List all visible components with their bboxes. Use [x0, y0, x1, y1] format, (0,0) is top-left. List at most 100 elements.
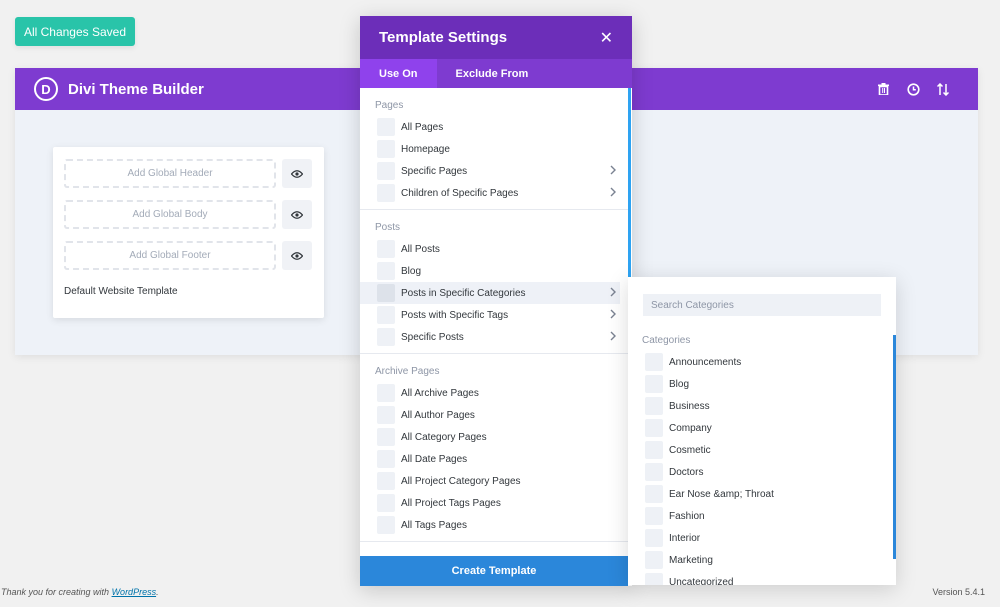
checkbox[interactable] [645, 463, 663, 481]
section-posts: Posts All Posts Blog Posts in Specific Cate… [360, 210, 628, 354]
option-specific-posts[interactable]: Specific Posts [360, 326, 628, 348]
checkbox[interactable] [377, 140, 395, 158]
chevron-right-icon[interactable] [610, 187, 616, 200]
checkbox[interactable] [377, 162, 395, 180]
search-categories-input[interactable] [643, 294, 881, 316]
trash-icon[interactable] [874, 79, 892, 99]
close-icon[interactable]: ✕ [600, 28, 613, 48]
checkbox[interactable] [645, 485, 663, 503]
option-all-pages[interactable]: All Pages [360, 116, 628, 138]
checkbox[interactable] [645, 529, 663, 547]
add-global-header-slot[interactable]: Add Global Header [64, 159, 276, 188]
category-item[interactable]: Blog [628, 373, 893, 395]
checkbox[interactable] [377, 262, 395, 280]
tab-exclude-from[interactable]: Exclude From [437, 59, 548, 88]
category-label: Fashion [669, 510, 705, 522]
eye-icon[interactable] [282, 241, 312, 270]
sort-icon[interactable] [934, 79, 952, 99]
checkbox[interactable] [377, 240, 395, 258]
history-icon[interactable] [904, 79, 922, 99]
option-label: All Project Tags Pages [401, 497, 501, 509]
option-label: All Category Pages [401, 431, 487, 443]
option-posts-in-specific-categories[interactable]: Posts in Specific Categories [360, 282, 620, 304]
option-all-project-tags-pages[interactable]: All Project Tags Pages [360, 492, 628, 514]
checkbox[interactable] [645, 507, 663, 525]
checkbox[interactable] [645, 353, 663, 371]
category-item[interactable]: Announcements [628, 351, 893, 373]
modal-body: Pages All Pages Homepage Specific Pages Chil… [360, 88, 628, 556]
option-all-date-pages[interactable]: All Date Pages [360, 448, 628, 470]
category-label: Announcements [669, 356, 742, 368]
add-global-body-slot[interactable]: Add Global Body [64, 200, 276, 229]
checkbox[interactable] [645, 551, 663, 569]
option-all-posts[interactable]: All Posts [360, 238, 628, 260]
checkbox[interactable] [377, 306, 395, 324]
checkbox[interactable] [377, 328, 395, 346]
add-global-footer-slot[interactable]: Add Global Footer [64, 241, 276, 270]
option-all-author-pages[interactable]: All Author Pages [360, 404, 628, 426]
chevron-right-icon[interactable] [610, 331, 616, 344]
option-posts-with-specific-tags[interactable]: Posts with Specific Tags [360, 304, 628, 326]
eye-icon[interactable] [282, 159, 312, 188]
checkbox[interactable] [645, 441, 663, 459]
option-label: Posts in Specific Categories [401, 287, 526, 299]
checkbox[interactable] [377, 516, 395, 534]
category-item[interactable]: Cosmetic [628, 439, 893, 461]
checkbox[interactable] [645, 397, 663, 415]
create-template-button[interactable]: Create Template [360, 556, 628, 586]
section-title: Pages [375, 100, 404, 111]
option-all-category-pages[interactable]: All Category Pages [360, 426, 628, 448]
save-status-button[interactable]: All Changes Saved [15, 17, 135, 46]
checkbox[interactable] [377, 472, 395, 490]
checkbox[interactable] [377, 184, 395, 202]
categories-title: Categories [642, 335, 691, 346]
categories-scrollbar[interactable] [893, 335, 896, 559]
option-label: All Posts [401, 243, 440, 255]
chevron-right-icon[interactable] [610, 165, 616, 178]
option-children-of-specific-pages[interactable]: Children of Specific Pages [360, 182, 628, 204]
checkbox[interactable] [645, 375, 663, 393]
category-item[interactable]: Uncategorized [628, 571, 893, 585]
eye-icon[interactable] [282, 200, 312, 229]
category-item[interactable]: Fashion [628, 505, 893, 527]
category-label: Business [669, 400, 710, 412]
categories-list: Announcements Blog Business Company Cosmetic… [628, 351, 893, 585]
checkbox[interactable] [377, 494, 395, 512]
option-label: Specific Pages [401, 165, 468, 177]
checkbox[interactable] [645, 419, 663, 437]
checkbox[interactable] [377, 284, 395, 302]
category-label: Marketing [669, 554, 713, 566]
chevron-right-icon[interactable] [610, 309, 616, 322]
checkbox[interactable] [377, 406, 395, 424]
option-label: All Date Pages [401, 453, 468, 465]
option-blog[interactable]: Blog [360, 260, 628, 282]
tab-use-on[interactable]: Use On [360, 59, 437, 88]
category-label: Ear Nose &amp; Throat [669, 488, 774, 500]
category-item[interactable]: Company [628, 417, 893, 439]
category-item[interactable]: Business [628, 395, 893, 417]
category-item[interactable]: Ear Nose &amp; Throat [628, 483, 893, 505]
category-item[interactable]: Marketing [628, 549, 893, 571]
option-specific-pages[interactable]: Specific Pages [360, 160, 628, 182]
wordpress-link[interactable]: WordPress [112, 587, 157, 597]
option-all-tags-pages[interactable]: All Tags Pages [360, 514, 628, 536]
option-homepage[interactable]: Homepage [360, 138, 628, 160]
option-label: Children of Specific Pages [401, 187, 519, 199]
builder-title: Divi Theme Builder [68, 80, 204, 98]
checkbox[interactable] [377, 118, 395, 136]
category-label: Cosmetic [669, 444, 711, 456]
option-label: All Author Pages [401, 409, 475, 421]
checkbox[interactable] [377, 384, 395, 402]
checkbox[interactable] [377, 450, 395, 468]
checkbox[interactable] [377, 428, 395, 446]
option-all-project-category-pages[interactable]: All Project Category Pages [360, 470, 628, 492]
checkbox[interactable] [645, 573, 663, 585]
category-item[interactable]: Interior [628, 527, 893, 549]
chevron-right-icon[interactable] [610, 287, 616, 300]
category-item[interactable]: Doctors [628, 461, 893, 483]
option-label: Homepage [401, 143, 450, 155]
section-title: Posts [375, 222, 401, 233]
option-all-archive-pages[interactable]: All Archive Pages [360, 382, 628, 404]
categories-panel: Categories Announcements Blog Business Comp… [628, 277, 896, 585]
option-label: Specific Posts [401, 331, 464, 343]
